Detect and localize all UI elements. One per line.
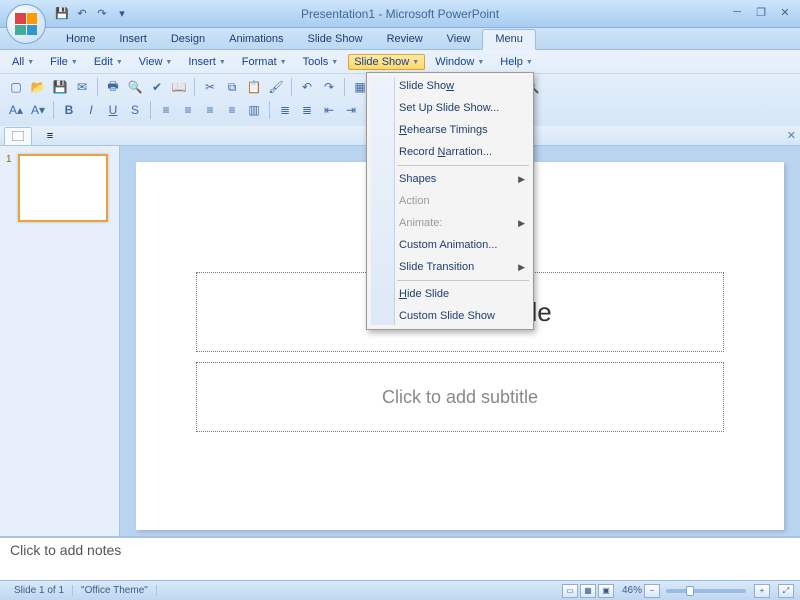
quick-access-toolbar: 💾 ↶ ↷ ▾ xyxy=(54,6,130,22)
minimize-button[interactable]: ─ xyxy=(728,4,746,20)
align-center-icon[interactable]: ≡ xyxy=(178,100,198,120)
new-icon[interactable]: ▢ xyxy=(6,77,26,97)
slideshow-view-button[interactable]: ▣ xyxy=(598,584,614,598)
align-left-icon[interactable]: ≡ xyxy=(156,100,176,120)
tab-insert[interactable]: Insert xyxy=(107,30,159,49)
normal-view-button[interactable]: ▭ xyxy=(562,584,578,598)
notes-pane[interactable]: Click to add notes xyxy=(0,536,800,580)
print-preview-icon[interactable]: 🔍 xyxy=(125,77,145,97)
paste-icon[interactable]: 📋 xyxy=(244,77,264,97)
undo-icon[interactable]: ↶ xyxy=(74,6,90,22)
close-button[interactable]: ✕ xyxy=(776,4,794,20)
save-icon[interactable]: 💾 xyxy=(50,77,70,97)
zoom-out-button[interactable]: − xyxy=(644,584,660,598)
redo-icon[interactable]: ↷ xyxy=(94,6,110,22)
fit-window-button[interactable]: ⤢ xyxy=(778,584,794,598)
bold-icon[interactable]: B xyxy=(59,100,79,120)
copy-icon[interactable]: ⧉ xyxy=(222,77,242,97)
research-icon[interactable]: 📖 xyxy=(169,77,189,97)
align-right-icon[interactable]: ≡ xyxy=(200,100,220,120)
spellcheck-icon[interactable]: ✔ xyxy=(147,77,167,97)
slide-show-menu-dropdown: ▣Slide Show ⚙Set Up Slide Show... ⏱Rehea… xyxy=(366,72,534,330)
shadow-icon[interactable]: S xyxy=(125,100,145,120)
menu-slide-show[interactable]: Slide Show▼ xyxy=(348,54,425,70)
underline-icon[interactable]: U xyxy=(103,100,123,120)
tab-slide-show[interactable]: Slide Show xyxy=(296,30,375,49)
office-button[interactable] xyxy=(6,4,46,44)
save-icon[interactable]: 💾 xyxy=(54,6,70,22)
decrease-font-icon[interactable]: A▾ xyxy=(28,100,48,120)
indent-icon[interactable]: ⇥ xyxy=(341,100,361,120)
status-slide: Slide 1 of 1 xyxy=(6,585,73,596)
numbering-icon[interactable]: ≣ xyxy=(297,100,317,120)
format-painter-icon[interactable]: 🖌 xyxy=(266,77,286,97)
outdent-icon[interactable]: ⇤ xyxy=(319,100,339,120)
sorter-view-button[interactable]: ▦ xyxy=(580,584,596,598)
mail-icon[interactable]: ✉ xyxy=(72,77,92,97)
outline-tab[interactable]: ≡ xyxy=(36,127,64,145)
menu-file[interactable]: File▼ xyxy=(44,54,84,70)
bullets-icon[interactable]: ≣ xyxy=(275,100,295,120)
cut-icon[interactable]: ✂ xyxy=(200,77,220,97)
restore-button[interactable]: ❐ xyxy=(752,4,770,20)
slides-tab[interactable] xyxy=(4,127,32,145)
justify-icon[interactable]: ≡ xyxy=(222,100,242,120)
menu-format[interactable]: Format▼ xyxy=(236,54,293,70)
zoom-slider[interactable] xyxy=(666,589,746,593)
zoom-in-button[interactable]: + xyxy=(754,584,770,598)
tab-menu[interactable]: Menu xyxy=(482,29,536,50)
title-bar: 💾 ↶ ↷ ▾ Presentation1 - Microsoft PowerP… xyxy=(0,0,800,28)
qat-more-icon[interactable]: ▾ xyxy=(114,6,130,22)
thumb-number: 1 xyxy=(6,154,12,165)
menu-help[interactable]: Help▼ xyxy=(494,54,539,70)
menu-view[interactable]: View▼ xyxy=(133,54,179,70)
tab-design[interactable]: Design xyxy=(159,30,217,49)
slide-thumbnails-pane: 1 xyxy=(0,146,120,536)
status-bar: Slide 1 of 1 "Office Theme" ▭ ▦ ▣ 46% − … xyxy=(0,580,800,600)
status-theme: "Office Theme" xyxy=(73,585,157,596)
increase-font-icon[interactable]: A▴ xyxy=(6,100,26,120)
tab-home[interactable]: Home xyxy=(54,30,107,49)
tab-view[interactable]: View xyxy=(435,30,483,49)
menu-tools[interactable]: Tools▼ xyxy=(297,54,345,70)
slide-thumbnail-1[interactable] xyxy=(18,154,108,222)
menu-insert[interactable]: Insert▼ xyxy=(182,54,231,70)
print-icon[interactable]: 🖶 xyxy=(103,77,123,97)
tab-animations[interactable]: Animations xyxy=(217,30,295,49)
menu-edit[interactable]: Edit▼ xyxy=(88,54,129,70)
subtitle-placeholder[interactable]: Click to add subtitle xyxy=(196,362,724,432)
undo-icon[interactable]: ↶ xyxy=(297,77,317,97)
columns-icon[interactable]: ▥ xyxy=(244,100,264,120)
open-icon[interactable]: 📂 xyxy=(28,77,48,97)
ribbon-tabs: Home Insert Design Animations Slide Show… xyxy=(0,28,800,50)
zoom-label: 46% xyxy=(622,585,642,596)
tab-review[interactable]: Review xyxy=(375,30,435,49)
menu-all[interactable]: All▼ xyxy=(6,54,40,70)
italic-icon[interactable]: I xyxy=(81,100,101,120)
redo-icon[interactable]: ↷ xyxy=(319,77,339,97)
menu-window[interactable]: Window▼ xyxy=(429,54,490,70)
close-pane-icon[interactable]: ✕ xyxy=(787,129,796,142)
